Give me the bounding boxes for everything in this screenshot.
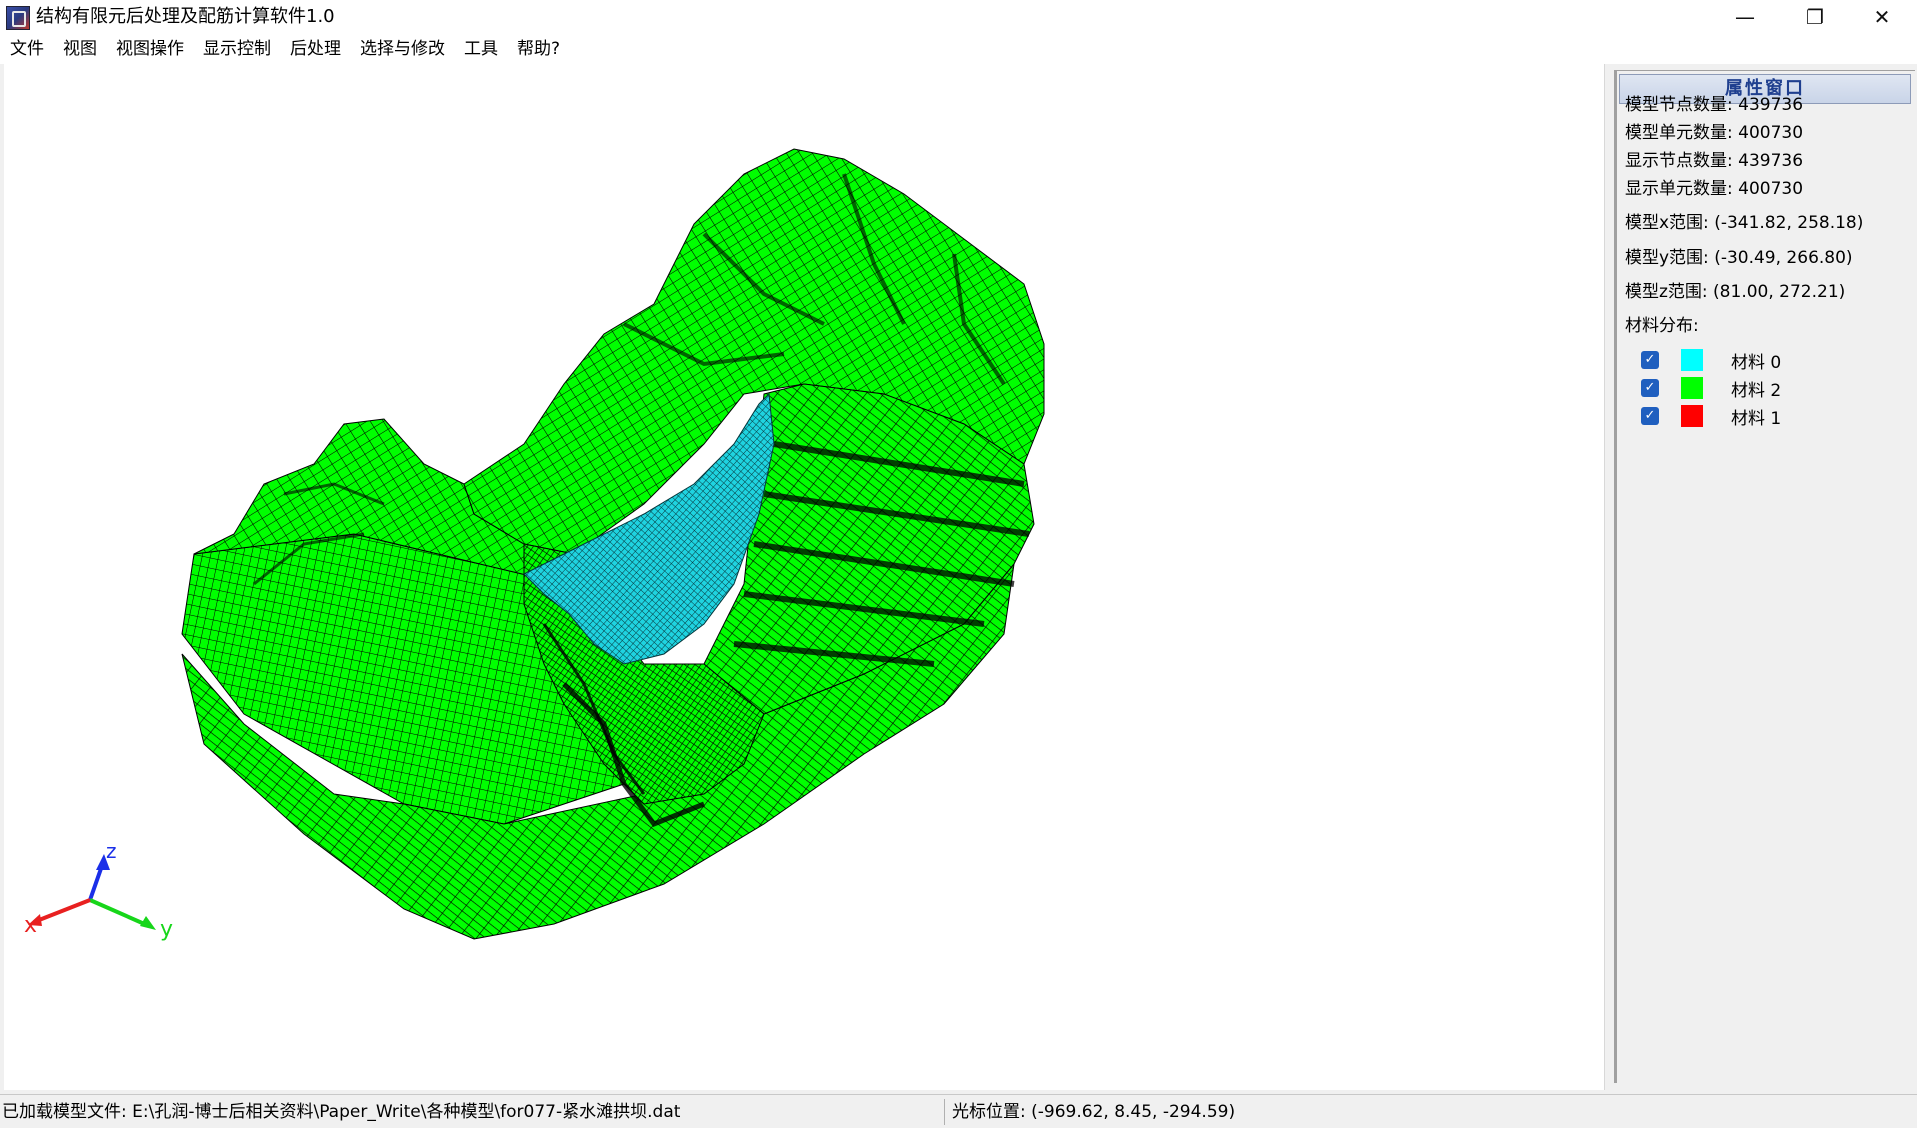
y-axis-label: y [160,917,173,942]
minimize-button[interactable]: — [1710,0,1780,34]
material-0-label: 材料 0 [1731,352,1782,373]
material-1-label: 材料 1 [1731,408,1782,429]
menu-select-modify[interactable]: 选择与修改 [350,34,454,64]
material-1-checkbox[interactable]: ✓ [1641,407,1659,425]
app-icon [6,6,30,30]
prop-z-range: 模型z范围: (81.00, 272.21) [1625,282,1846,302]
z-axis-label: z [106,839,117,863]
material-row-0: ✓ 材料 0 [1641,347,1781,373]
menu-help[interactable]: 帮助? [507,34,569,64]
prop-model-element-count: 模型单元数量: 400730 [1625,123,1804,143]
prop-display-element-count: 显示单元数量: 400730 [1625,179,1804,199]
material-2-swatch [1681,377,1703,399]
maximize-button[interactable]: ❐ [1780,0,1850,34]
material-2-label: 材料 2 [1731,380,1782,401]
model-viewport[interactable]: z y x [4,64,1605,1090]
window-title: 结构有限元后处理及配筋计算软件1.0 [36,6,335,27]
material-row-2: ✓ 材料 2 [1641,375,1781,401]
property-panel: 属性窗口 模型节点数量: 439736 模型单元数量: 400730 显示节点数… [1614,70,1915,1083]
prop-y-range: 模型y范围: (-30.49, 266.80) [1625,248,1853,268]
status-separator [944,1099,945,1125]
axis-triad: z y x [24,839,173,942]
prop-material-distribution: 材料分布: [1625,316,1699,336]
prop-display-node-count: 显示节点数量: 439736 [1625,151,1804,171]
status-loaded-file: 已加载模型文件: E:\孔润-博士后相关资料\Paper_Write\各种模型\… [2,1102,681,1122]
menu-view-operation[interactable]: 视图操作 [106,34,193,64]
status-cursor-position: 光标位置: (-969.62, 8.45, -294.59) [952,1102,1236,1122]
prop-x-range: 模型x范围: (-341.82, 258.18) [1625,213,1864,233]
menu-postprocess[interactable]: 后处理 [280,34,350,64]
close-button[interactable]: ✕ [1847,0,1917,34]
material-2-checkbox[interactable]: ✓ [1641,379,1659,397]
prop-model-node-count: 模型节点数量: 439736 [1625,95,1804,115]
menu-bar: 文件 视图 视图操作 显示控制 后处理 选择与修改 工具 帮助? [0,34,1917,64]
title-bar: 结构有限元后处理及配筋计算软件1.0 — ❐ ✕ [0,0,1917,34]
mesh-model: z y x [24,148,1045,942]
menu-file[interactable]: 文件 [0,34,53,64]
material-0-swatch [1681,349,1703,371]
material-0-checkbox[interactable]: ✓ [1641,351,1659,369]
status-bar: 已加载模型文件: E:\孔润-博士后相关资料\Paper_Write\各种模型\… [0,1094,1917,1128]
material-1-swatch [1681,405,1703,427]
menu-tools[interactable]: 工具 [454,34,507,64]
app-window: 结构有限元后处理及配筋计算软件1.0 — ❐ ✕ 文件 视图 视图操作 显示控制… [0,0,1917,1128]
x-axis-label: x [24,913,37,938]
menu-view[interactable]: 视图 [53,34,106,64]
menu-display-control[interactable]: 显示控制 [193,34,280,64]
material-row-1: ✓ 材料 1 [1641,403,1781,429]
